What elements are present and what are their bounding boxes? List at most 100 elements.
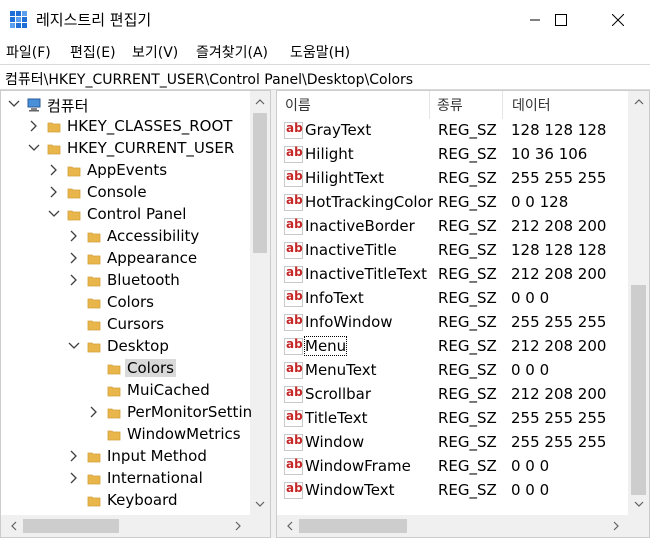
- tree-item[interactable]: Desktop: [1, 336, 250, 358]
- tree-item[interactable]: WindowMetrics: [1, 424, 250, 446]
- tree-item[interactable]: HKEY_CURRENT_USER: [1, 138, 250, 160]
- string-value-icon: ab: [284, 385, 303, 403]
- chevron-down-icon[interactable]: [27, 140, 41, 156]
- value-row[interactable]: ab Scrollbar REG_SZ 212 208 200: [277, 383, 629, 407]
- tree-item[interactable]: MuiCached: [1, 380, 250, 402]
- chevron-right-icon[interactable]: [67, 250, 81, 266]
- tree-item[interactable]: Bluetooth: [1, 270, 250, 292]
- value-name: HilightText: [305, 169, 385, 187]
- tree-item[interactable]: Cursors: [1, 314, 250, 336]
- value-name: HotTrackingColor: [305, 193, 433, 211]
- value-name: InfoWindow: [305, 313, 393, 331]
- string-value-icon: ab: [284, 121, 303, 139]
- list-hscroll-thumb[interactable]: [299, 519, 407, 533]
- string-value-icon: ab: [284, 361, 303, 379]
- value-data: 212 208 200: [511, 337, 607, 355]
- value-row[interactable]: ab TitleText REG_SZ 255 255 255: [277, 407, 629, 431]
- tree-item[interactable]: PerMonitorSettin: [1, 402, 252, 424]
- tree-item[interactable]: Control Panel: [1, 204, 250, 226]
- tree-item[interactable]: Keyboard: [1, 490, 250, 512]
- close-button[interactable]: [595, 0, 641, 39]
- tree-item[interactable]: International: [1, 468, 250, 490]
- tree-item[interactable]: Console: [1, 182, 250, 204]
- chevron-down-icon[interactable]: [67, 338, 81, 354]
- string-value-icon: ab: [284, 169, 303, 187]
- chevron-right-icon[interactable]: [67, 272, 81, 288]
- chevron-right-icon[interactable]: [87, 404, 101, 420]
- value-row[interactable]: ab MenuText REG_SZ 0 0 0: [277, 359, 629, 383]
- scroll-down-icon[interactable]: [630, 495, 647, 512]
- address-bar[interactable]: 컴퓨터\HKEY_CURRENT_USER\Control Panel\Desk…: [0, 64, 650, 90]
- tree-item-label: Colors: [107, 293, 154, 311]
- value-row[interactable]: ab InfoText REG_SZ 0 0 0: [277, 287, 629, 311]
- chevron-right-icon[interactable]: [27, 118, 41, 134]
- tree-item-label: International: [107, 469, 203, 487]
- tree-vertical-scrollbar[interactable]: [250, 91, 270, 515]
- scroll-right-icon[interactable]: [607, 517, 624, 534]
- chevron-right-icon[interactable]: [47, 184, 61, 200]
- scroll-up-icon[interactable]: [630, 93, 647, 110]
- tree-hscroll-thumb[interactable]: [23, 519, 119, 533]
- menu-help[interactable]: 도움말(H): [290, 42, 350, 62]
- tree-item[interactable]: Input Method: [1, 446, 250, 468]
- menu-edit[interactable]: 편집(E): [70, 42, 116, 62]
- list-vscroll-thumb[interactable]: [631, 285, 646, 495]
- registry-tree[interactable]: 컴퓨터 HKEY_CLASSES_ROOT HKEY_CURRENT_USER App…: [0, 90, 271, 538]
- scroll-up-icon[interactable]: [251, 93, 268, 110]
- value-row[interactable]: ab Menu REG_SZ 212 208 200: [277, 335, 629, 359]
- tree-item[interactable]: Colors: [1, 358, 250, 380]
- value-name: GrayText: [305, 121, 372, 139]
- value-row[interactable]: ab HotTrackingColor REG_SZ 0 0 128: [277, 191, 629, 215]
- column-header-name[interactable]: 이름: [285, 95, 311, 115]
- value-row[interactable]: ab InfoWindow REG_SZ 255 255 255: [277, 311, 629, 335]
- value-row[interactable]: ab InactiveBorder REG_SZ 212 208 200: [277, 215, 629, 239]
- chevron-down-icon[interactable]: [7, 96, 21, 112]
- value-row[interactable]: ab GrayText REG_SZ 128 128 128: [277, 119, 629, 143]
- value-row[interactable]: ab Hilight REG_SZ 10 36 106: [277, 143, 629, 167]
- column-header-data[interactable]: 데이터: [512, 95, 551, 115]
- tree-item[interactable]: 컴퓨터: [1, 94, 250, 116]
- list-vertical-scrollbar[interactable]: [628, 91, 649, 515]
- tree-item[interactable]: Accessibility: [1, 226, 250, 248]
- value-row[interactable]: ab InactiveTitle REG_SZ 128 128 128: [277, 239, 629, 263]
- column-header-type[interactable]: 종류: [437, 95, 463, 115]
- tree-item[interactable]: HKEY_CLASSES_ROOT: [1, 116, 250, 138]
- menu-favorites[interactable]: 즐겨찾기(A): [196, 42, 268, 62]
- chevron-right-icon[interactable]: [47, 162, 61, 178]
- value-data: 255 255 255: [511, 433, 607, 451]
- values-list[interactable]: 이름 종류 데이터 ab GrayText REG_SZ 128 128 128…: [276, 90, 650, 538]
- scroll-down-icon[interactable]: [251, 495, 268, 512]
- menu-file[interactable]: 파일(F): [6, 42, 51, 62]
- menu-bar: 파일(F) 편집(E) 보기(V) 즐겨찾기(A) 도움말(H): [0, 39, 650, 64]
- value-row[interactable]: ab InactiveTitleText REG_SZ 212 208 200: [277, 263, 629, 287]
- folder-icon: [87, 452, 101, 463]
- value-name: TitleText: [305, 409, 368, 427]
- chevron-right-icon[interactable]: [67, 470, 81, 486]
- tree-item[interactable]: AppEvents: [1, 160, 250, 182]
- maximize-button[interactable]: [538, 0, 584, 39]
- tree-item-label: Control Panel: [87, 205, 187, 223]
- menu-view[interactable]: 보기(V): [132, 42, 178, 62]
- column-divider[interactable]: [429, 91, 430, 119]
- value-row[interactable]: ab HilightText REG_SZ 255 255 255: [277, 167, 629, 191]
- chevron-right-icon[interactable]: [67, 228, 81, 244]
- tree-item[interactable]: Colors: [1, 292, 250, 314]
- title-bar[interactable]: 레지스트리 편집기: [0, 0, 650, 39]
- value-row[interactable]: ab WindowFrame REG_SZ 0 0 0: [277, 455, 629, 479]
- chevron-down-icon[interactable]: [47, 206, 61, 222]
- tree-item-label: AppEvents: [87, 161, 168, 179]
- scroll-left-icon[interactable]: [5, 517, 22, 534]
- tree-item[interactable]: Appearance: [1, 248, 250, 270]
- tree-horizontal-scrollbar[interactable]: [1, 515, 250, 537]
- value-data: 0 0 0: [511, 361, 550, 379]
- value-row[interactable]: ab Window REG_SZ 255 255 255: [277, 431, 629, 455]
- scroll-left-icon[interactable]: [281, 517, 298, 534]
- string-value-icon: ab: [284, 241, 303, 259]
- column-divider[interactable]: [502, 91, 503, 119]
- scroll-right-icon[interactable]: [229, 517, 246, 534]
- value-data: 212 208 200: [511, 265, 607, 283]
- tree-vscroll-thumb[interactable]: [253, 113, 267, 253]
- chevron-right-icon[interactable]: [67, 448, 81, 464]
- value-row[interactable]: ab WindowText REG_SZ 0 0 0: [277, 479, 629, 503]
- list-horizontal-scrollbar[interactable]: [277, 515, 628, 537]
